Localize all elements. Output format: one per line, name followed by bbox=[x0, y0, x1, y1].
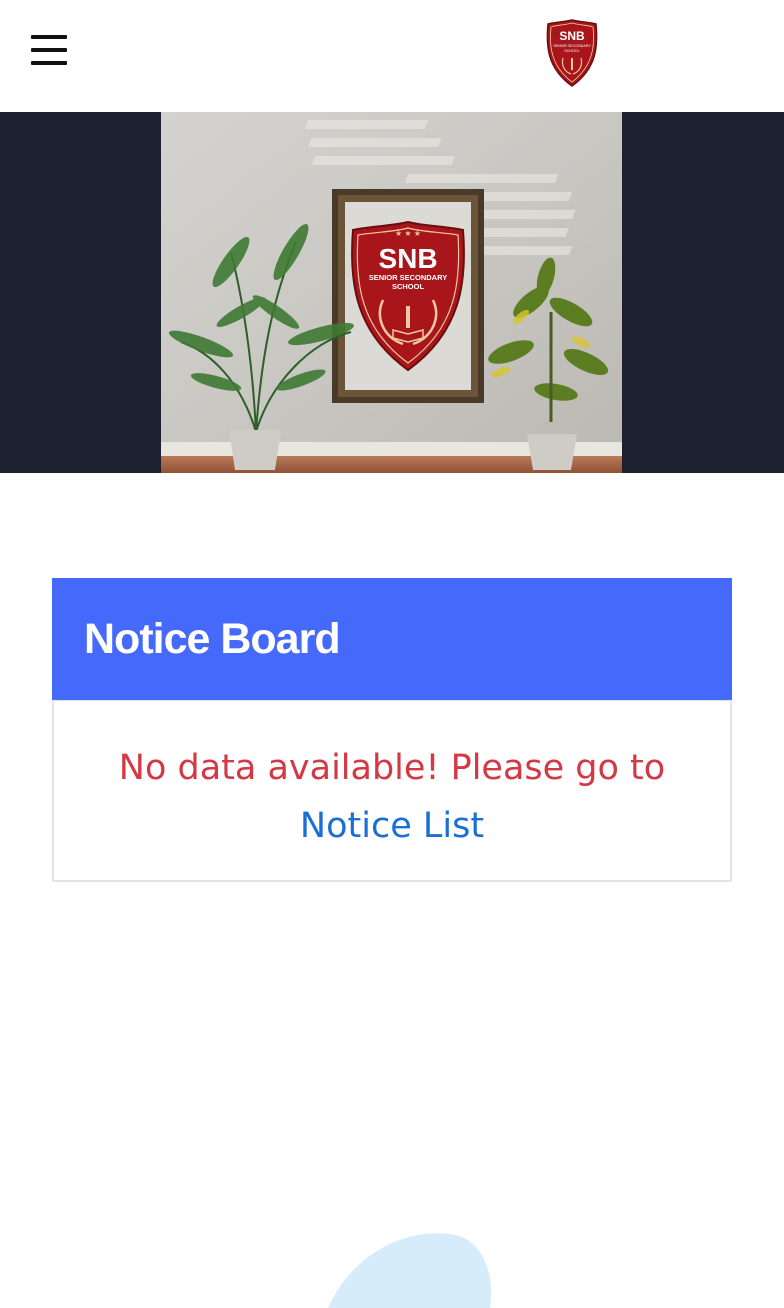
hamburger-menu-icon[interactable] bbox=[31, 33, 67, 67]
hero-banner: ★ ★ ★ SNB SENIOR SECONDARY SCHOOL bbox=[0, 112, 784, 473]
empty-notice-message: No data available! Please go to bbox=[118, 748, 666, 788]
notice-board-body: No data available! Please go to Notice L… bbox=[52, 700, 732, 882]
top-header: SNB SENIOR SECONDARY SCHOOL bbox=[0, 0, 784, 112]
logo-line1: SENIOR SECONDARY bbox=[553, 44, 591, 48]
decorative-blob bbox=[328, 1233, 492, 1308]
notice-list-link[interactable]: Notice List bbox=[300, 797, 484, 855]
school-logo[interactable]: SNB SENIOR SECONDARY SCHOOL bbox=[545, 18, 599, 88]
notice-board-title: Notice Board bbox=[84, 614, 341, 663]
hero-badge-line1: SENIOR SECONDARY bbox=[369, 273, 447, 282]
notice-board-header: Notice Board bbox=[52, 578, 732, 700]
logo-initials: SNB bbox=[559, 29, 585, 43]
hero-badge-line2: SCHOOL bbox=[392, 282, 425, 291]
svg-text:★ ★ ★: ★ ★ ★ bbox=[395, 229, 421, 238]
notice-board-card: Notice Board No data available! Please g… bbox=[52, 578, 732, 882]
logo-line2: SCHOOL bbox=[564, 49, 579, 53]
hero-badge-initials: SNB bbox=[378, 243, 437, 274]
hero-image: ★ ★ ★ SNB SENIOR SECONDARY SCHOOL bbox=[161, 112, 622, 473]
